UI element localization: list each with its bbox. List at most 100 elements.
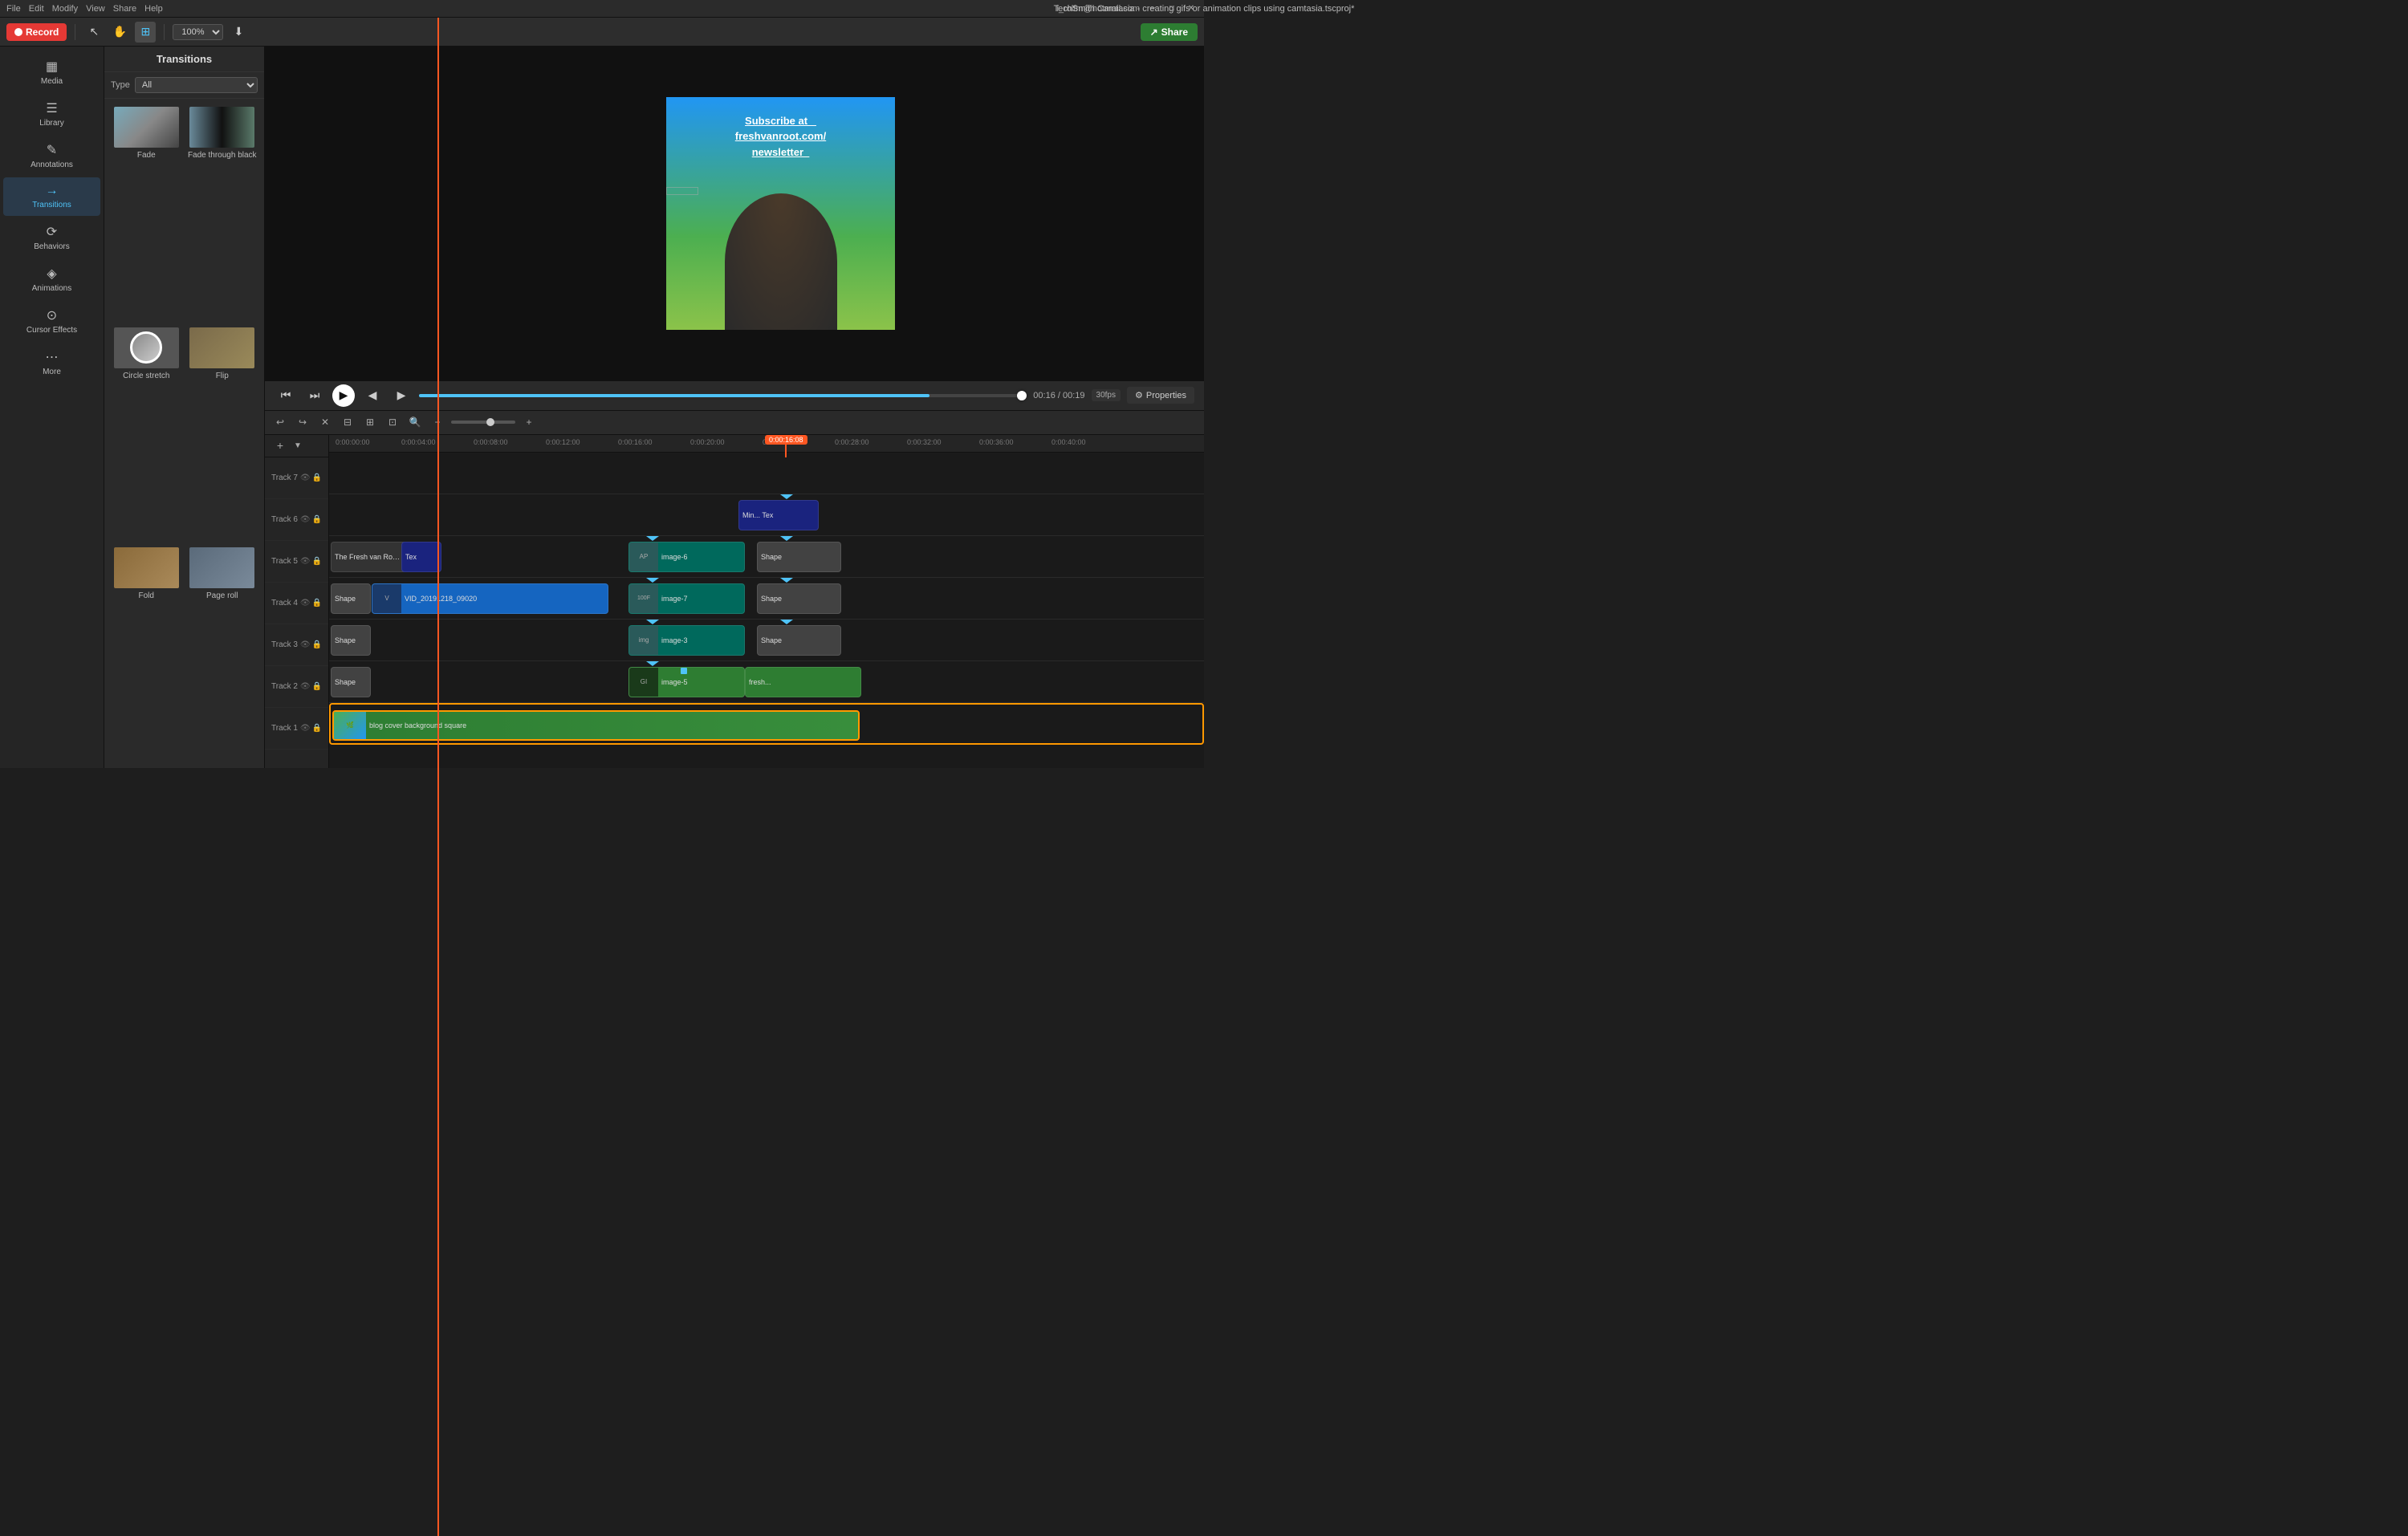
clip-track3-shape[interactable]: Shape — [331, 625, 371, 656]
video-main-area: Subscribe at _ freshvanroot.com/ newslet… — [666, 97, 895, 330]
zoom-out-button[interactable]: − — [429, 413, 446, 431]
zoom-select[interactable]: 100% 50% 150% 200% — [173, 24, 223, 40]
filter-select[interactable]: All — [135, 77, 258, 93]
hand-tool-button[interactable]: ✋ — [109, 22, 130, 43]
sidebar-item-more[interactable]: ⋯ More — [3, 343, 100, 383]
track-3-lock-icon[interactable]: 🔒 — [312, 640, 322, 649]
clip-track5-image6[interactable]: AP image-6 — [628, 542, 745, 572]
track-7-lock-icon[interactable]: 🔒 — [312, 473, 322, 482]
clip-label-image6: image-6 — [658, 551, 691, 563]
sidebar-item-animations[interactable]: ◈ Animations — [3, 259, 100, 299]
search-timeline-button[interactable]: 🔍 — [406, 413, 424, 431]
track-1-eye-icon[interactable]: 👁 — [300, 724, 311, 733]
crop-tool-button[interactable]: ⊞ — [135, 22, 156, 43]
clip-track6-text[interactable]: Min... Tex — [738, 500, 819, 530]
track-6-eye-icon[interactable]: 👁 — [300, 515, 311, 524]
record-button[interactable]: Record — [6, 23, 67, 41]
sidebar-item-media[interactable]: ▦ Media — [3, 52, 100, 92]
clip-track5-shape[interactable]: Shape — [757, 542, 841, 572]
sidebar-item-annotations[interactable]: ✎ Annotations — [3, 136, 100, 176]
clip-thumb-image7: 100F — [629, 583, 658, 614]
add-track-button[interactable]: + — [271, 437, 289, 454]
preview-canvas: Subscribe at _ freshvanroot.com/ newslet… — [265, 47, 1204, 380]
cursor-tool-button[interactable]: ↖ — [83, 22, 104, 43]
timeline-content: + ▼ Track 7 👁 🔒 Track 6 👁 🔒 — [265, 435, 1204, 769]
transition-thumb-flip — [188, 326, 256, 370]
progress-handle[interactable] — [1017, 391, 1027, 400]
clip-label-track5-shape: Shape — [758, 551, 785, 563]
clip-track2-fresh[interactable]: fresh... — [745, 667, 861, 697]
transition-label-fold: Fold — [139, 591, 154, 600]
play-button[interactable]: ▶ — [332, 384, 355, 407]
zoom-fit-button[interactable]: ⬇ — [228, 22, 249, 43]
transition-item-fade[interactable]: Fade — [111, 105, 182, 321]
sidebar-item-cursor-effects[interactable]: ⊙ Cursor Effects — [3, 301, 100, 341]
clip-track4-image7[interactable]: 100F image-7 — [628, 583, 745, 614]
video-left-area — [506, 97, 666, 330]
track-label-1: Track 1 👁 🔒 — [265, 708, 328, 750]
properties-button[interactable]: ⚙ Properties — [1127, 387, 1194, 404]
undo-button[interactable]: ↩ — [271, 413, 289, 431]
track-4-eye-icon[interactable]: 👁 — [300, 599, 311, 607]
clip-track4-shape[interactable]: Shape — [331, 583, 371, 614]
sidebar-item-behaviors[interactable]: ⟳ Behaviors — [3, 217, 100, 258]
clip-track1-blog-cover[interactable]: 🌿 blog cover background square — [332, 710, 860, 741]
zoom-handle[interactable] — [486, 418, 494, 426]
preview-area: Subscribe at _ freshvanroot.com/ newslet… — [265, 47, 1204, 768]
track-3-eye-icon[interactable]: 👁 — [300, 640, 311, 649]
behaviors-icon: ⟳ — [47, 224, 57, 240]
track-5-lock-icon[interactable]: 🔒 — [312, 557, 322, 566]
share-button[interactable]: ↗ Share — [1141, 23, 1198, 41]
sidebar-item-library[interactable]: ☰ Library — [3, 94, 100, 134]
next-frame-button[interactable]: ▶ — [390, 384, 413, 407]
transition-item-page-roll[interactable]: Page roll — [187, 546, 258, 762]
rewind-button[interactable]: ⏮ — [275, 384, 297, 407]
track-1-label: Track 1 — [271, 724, 298, 733]
menu-modify[interactable]: Modify — [52, 4, 78, 14]
step-back-button[interactable]: ⏭ — [303, 384, 326, 407]
transition-item-flip[interactable]: Flip — [187, 326, 258, 542]
track-5-eye-icon[interactable]: 👁 — [300, 557, 311, 566]
transition-item-fold[interactable]: Fold — [111, 546, 182, 762]
progress-bar[interactable] — [419, 394, 1027, 397]
clip-track5-text[interactable]: Tex — [401, 542, 441, 572]
clip-arrow-track5-2 — [780, 536, 793, 541]
sidebar-item-label-transitions: Transitions — [32, 201, 71, 209]
track-row-1: 🌿 blog cover background square — [329, 703, 1204, 745]
clip-track3-image3[interactable]: img image-3 — [628, 625, 745, 656]
clip-track2-shape[interactable]: Shape — [331, 667, 371, 697]
track-label-7: Track 7 👁 🔒 — [265, 457, 328, 499]
transition-item-circle-stretch[interactable]: Circle stretch — [111, 326, 182, 542]
record-dot-icon — [14, 28, 22, 36]
clip-track5-newsletter[interactable]: The Fresh van Root Newsletter — [331, 542, 407, 572]
menu-share[interactable]: Share — [113, 4, 136, 14]
transition-thumb-fold — [112, 546, 181, 590]
trim-button[interactable]: ⊞ — [361, 413, 379, 431]
track-6-lock-icon[interactable]: 🔒 — [312, 515, 322, 524]
timeline-header-spacer: + ▼ — [265, 435, 328, 457]
menu-edit[interactable]: Edit — [29, 4, 44, 14]
delete-clip-button[interactable]: ✕ — [316, 413, 334, 431]
track-2-lock-icon[interactable]: 🔒 — [312, 682, 322, 691]
track-2-eye-icon[interactable]: 👁 — [300, 682, 311, 691]
track-7-eye-icon[interactable]: 👁 — [300, 473, 311, 482]
prev-frame-button[interactable]: ◀ — [361, 384, 384, 407]
collapse-tracks-button[interactable]: ▼ — [289, 437, 307, 454]
zoom-in-button[interactable]: + — [520, 413, 538, 431]
menu-view[interactable]: View — [86, 4, 105, 14]
titlebar-menu[interactable]: File Edit Modify View Share Help — [6, 4, 163, 14]
clip-track4-vid[interactable]: V VID_20191218_09020 — [372, 583, 608, 614]
redo-button[interactable]: ↪ — [294, 413, 311, 431]
track-1-lock-icon[interactable]: 🔒 — [312, 724, 322, 733]
clip-track4-shape2[interactable]: Shape — [757, 583, 841, 614]
menu-file[interactable]: File — [6, 4, 21, 14]
zoom-slider[interactable] — [451, 421, 515, 424]
transition-item-ftb[interactable]: Fade through black — [187, 105, 258, 321]
sidebar-item-transitions[interactable]: → Transitions — [3, 177, 100, 216]
clip-track3-shape2[interactable]: Shape — [757, 625, 841, 656]
menu-help[interactable]: Help — [144, 4, 163, 14]
track-4-lock-icon[interactable]: 🔒 — [312, 599, 322, 607]
snap-button[interactable]: ⊡ — [384, 413, 401, 431]
clip-label-track5-text: Tex — [402, 551, 420, 563]
split-clip-button[interactable]: ⊟ — [339, 413, 356, 431]
